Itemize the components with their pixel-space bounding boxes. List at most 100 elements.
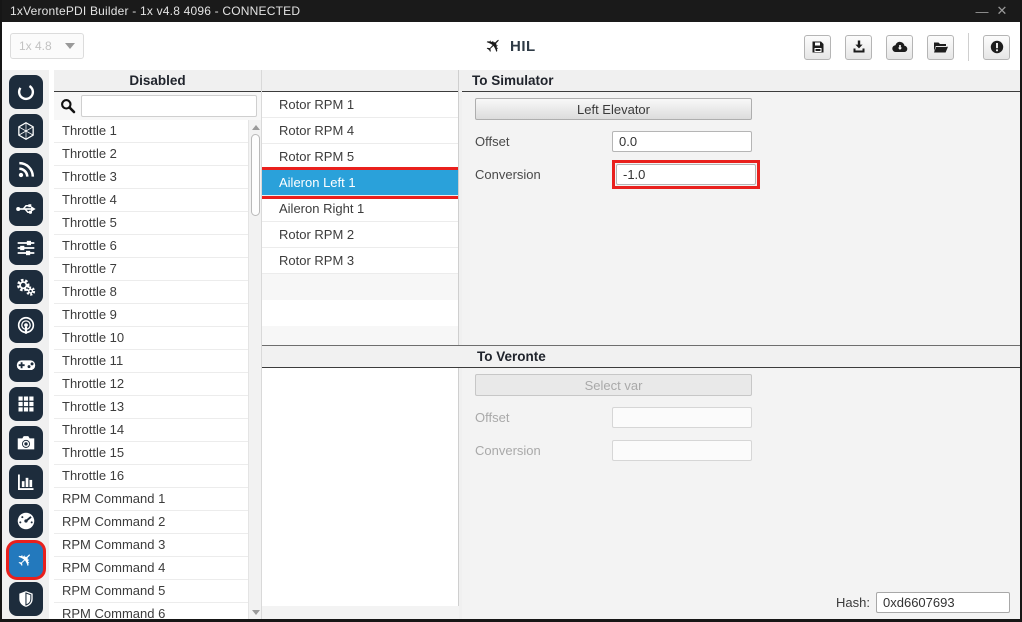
camera-icon — [15, 432, 37, 454]
to-simulator-header: To Simulator — [462, 70, 1020, 92]
transfer-item-label: Aileron Right 1 — [279, 201, 364, 216]
window-title: 1xVerontePDI Builder - 1x v4.8 4096 - CO… — [10, 4, 972, 18]
scrollbar[interactable] — [248, 120, 261, 620]
disabled-list-item[interactable]: Throttle 6 — [54, 235, 248, 258]
open-file-button[interactable] — [927, 35, 954, 60]
sidebar-item-joystick[interactable] — [9, 348, 43, 382]
conversion-label: Conversion — [475, 167, 612, 182]
scrollbar-thumb[interactable] — [251, 134, 260, 216]
search-input[interactable] — [81, 95, 257, 117]
veronte-conversion-input[interactable] — [612, 440, 752, 461]
disabled-list-item[interactable]: RPM Command 6 — [54, 603, 248, 620]
disabled-list-item[interactable]: Throttle 8 — [54, 281, 248, 304]
disabled-list-item[interactable]: RPM Command 3 — [54, 534, 248, 557]
sidebar-item-gauge[interactable] — [9, 504, 43, 538]
transfer-item-label: Rotor RPM 2 — [279, 227, 354, 242]
disabled-list-item[interactable]: Throttle 16 — [54, 465, 248, 488]
cloud-download-icon — [892, 40, 908, 54]
gears-icon — [15, 276, 37, 298]
close-button[interactable]: ✕ — [992, 3, 1012, 19]
sidebar-item-settings-sliders[interactable] — [9, 231, 43, 265]
open-folder-icon — [933, 40, 949, 54]
transfer-list-item[interactable]: Rotor RPM 2 — [262, 222, 458, 248]
shield-icon — [16, 589, 36, 609]
transfer-column: Rotor RPM 1 Rotor RPM 4 Rotor RPM 5 Aileron… — [262, 70, 459, 345]
disabled-list-item[interactable]: Throttle 10 — [54, 327, 248, 350]
export-button[interactable] — [845, 35, 872, 60]
disabled-list-item[interactable]: Throttle 7 — [54, 258, 248, 281]
conversion-input[interactable] — [616, 164, 756, 185]
highlight-box — [612, 160, 760, 189]
empty-row — [262, 274, 458, 300]
scroll-up-icon[interactable] — [252, 125, 260, 130]
top-section: Rotor RPM 1 Rotor RPM 4 Rotor RPM 5 Aileron… — [262, 70, 1020, 345]
sidebar-item-hil[interactable]: ✈ — [9, 543, 43, 577]
version-dropdown-value: 1x 4.8 — [19, 39, 52, 53]
sidebar: ✈ — [2, 70, 54, 620]
conversion-row: Conversion — [475, 162, 1020, 186]
app-window: 1xVerontePDI Builder - 1x v4.8 4096 - CO… — [0, 0, 1022, 622]
disabled-list-item[interactable]: RPM Command 4 — [54, 557, 248, 580]
sidebar-item-matrix[interactable] — [9, 387, 43, 421]
export-download-icon — [852, 40, 866, 54]
disabled-list-wrap: Throttle 1Throttle 2Throttle 3Throttle 4… — [54, 120, 261, 620]
sidebar-item-safety[interactable] — [9, 582, 43, 616]
toolbar-actions — [804, 33, 1010, 61]
sidebar-item-usb[interactable] — [9, 192, 43, 226]
disabled-list-item[interactable]: RPM Command 5 — [54, 580, 248, 603]
disabled-list-item[interactable]: Throttle 2 — [54, 143, 248, 166]
content: ✈ Disabled T — [2, 70, 1020, 620]
disabled-list-item[interactable]: Throttle 9 — [54, 304, 248, 327]
transfer-item-label: Rotor RPM 5 — [279, 149, 354, 164]
disabled-list-item[interactable]: RPM Command 2 — [54, 511, 248, 534]
toolbar-separator — [968, 33, 969, 61]
veronte-variable-button[interactable]: Select var — [475, 374, 752, 396]
cloud-download-button[interactable] — [886, 35, 913, 60]
transfer-list-item[interactable]: Rotor RPM 5 — [262, 144, 458, 170]
disabled-list-item[interactable]: Throttle 4 — [54, 189, 248, 212]
disabled-panel-header: Disabled — [54, 70, 261, 92]
titlebar: 1xVerontePDI Builder - 1x v4.8 4096 - CO… — [2, 0, 1020, 22]
disabled-list-item[interactable]: Throttle 11 — [54, 350, 248, 373]
transfer-list-item[interactable]: Aileron Right 1 — [262, 196, 458, 222]
disabled-list-item[interactable]: Throttle 14 — [54, 419, 248, 442]
disabled-list-item[interactable]: Throttle 13 — [54, 396, 248, 419]
veronte-conversion-label: Conversion — [475, 443, 612, 458]
disabled-list-item[interactable]: Throttle 15 — [54, 442, 248, 465]
save-button[interactable] — [804, 35, 831, 60]
veronte-offset-input[interactable] — [612, 407, 752, 428]
chevron-down-icon — [65, 43, 75, 49]
to-veronte-panel: To Veronte Select var Offset Conversion — [262, 345, 1020, 620]
transfer-list-item[interactable]: Aileron Left 1 — [262, 170, 458, 196]
offset-row: Offset — [475, 129, 1020, 153]
offset-input[interactable] — [612, 131, 752, 152]
sidebar-item-ring[interactable] — [9, 75, 43, 109]
sidebar-item-automations[interactable] — [9, 270, 43, 304]
disabled-list-item[interactable]: Throttle 1 — [54, 120, 248, 143]
sliders-icon — [16, 238, 36, 258]
sidebar-item-camera[interactable] — [9, 426, 43, 460]
disabled-list-item[interactable]: Throttle 5 — [54, 212, 248, 235]
hil-plane-icon: ✈ — [13, 548, 38, 573]
grid-icon — [16, 394, 36, 414]
disabled-list-item[interactable]: Throttle 12 — [54, 373, 248, 396]
sidebar-item-mesh[interactable] — [9, 114, 43, 148]
minimize-button[interactable]: — — [972, 4, 992, 19]
toolbar: 1x 4.8 ✈ HIL — [2, 22, 1020, 70]
transfer-list-item[interactable]: Rotor RPM 3 — [262, 248, 458, 274]
sidebar-item-telemetry[interactable] — [9, 153, 43, 187]
info-button[interactable] — [983, 35, 1010, 60]
scroll-down-icon[interactable] — [252, 610, 260, 615]
sidebar-item-charts[interactable] — [9, 465, 43, 499]
hash-input[interactable] — [876, 592, 1010, 613]
version-dropdown[interactable]: 1x 4.8 — [10, 33, 84, 59]
offset-label: Offset — [475, 134, 612, 149]
disabled-list-item[interactable]: RPM Command 1 — [54, 488, 248, 511]
search-row — [54, 92, 261, 120]
simulator-variable-button[interactable]: Left Elevator — [475, 98, 752, 120]
disabled-list-item[interactable]: Throttle 3 — [54, 166, 248, 189]
transfer-list-item[interactable]: Rotor RPM 4 — [262, 118, 458, 144]
sidebar-item-sensor[interactable] — [9, 309, 43, 343]
transfer-item-label: Rotor RPM 4 — [279, 123, 354, 138]
transfer-list-item[interactable]: Rotor RPM 1 — [262, 92, 458, 118]
